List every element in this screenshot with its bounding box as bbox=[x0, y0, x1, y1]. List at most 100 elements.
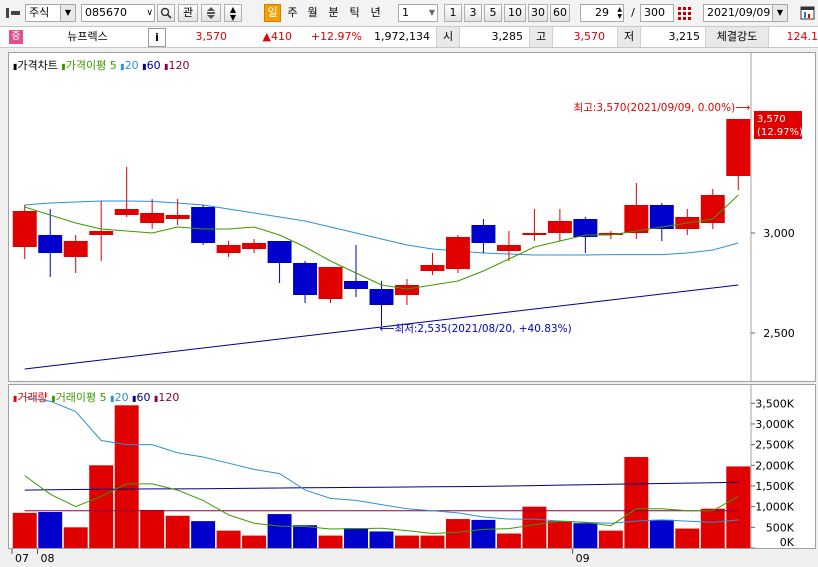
volume-bar bbox=[267, 514, 292, 548]
stepper-icon[interactable]: ▲ ▼ bbox=[617, 6, 622, 20]
volume-bar bbox=[547, 521, 572, 548]
search-button[interactable] bbox=[157, 4, 175, 22]
date-picker[interactable]: 2021/09/09 ▼ bbox=[703, 4, 788, 22]
info-button[interactable]: i bbox=[148, 28, 166, 47]
volume-bar bbox=[573, 523, 598, 548]
candle-body bbox=[63, 241, 88, 257]
volume-bar bbox=[700, 508, 725, 548]
volume-bar bbox=[344, 528, 368, 548]
candle-body bbox=[216, 245, 241, 253]
prev-next-stepper[interactable]: ▲ ▼ bbox=[224, 4, 242, 22]
price-chart[interactable]: 3,000 2,500 3,570 (12.97%) 최고:3,570(2021/09/… bbox=[9, 53, 815, 381]
current-price: 3,570 bbox=[195, 30, 228, 43]
display-count-stepper[interactable]: 29 ▲ ▼ bbox=[580, 4, 624, 22]
volume-bar bbox=[369, 531, 394, 548]
low-annotation: ⟵최저:2,535(2021/08/20, +40.83%) bbox=[380, 323, 572, 335]
candle-body bbox=[191, 207, 216, 243]
price-change: ▲410 bbox=[262, 30, 292, 43]
interval-select[interactable]: 1 ▼ bbox=[398, 4, 438, 22]
minute-1-button[interactable]: 1 bbox=[444, 4, 462, 22]
volume-tick-label: 500K bbox=[766, 521, 795, 534]
high-price: 3,570 bbox=[573, 30, 606, 43]
period-week-tab[interactable]: 주 bbox=[284, 4, 301, 22]
period-month-tab[interactable]: 월 bbox=[304, 4, 321, 22]
candle-body bbox=[573, 219, 598, 237]
chevron-down-icon[interactable]: ▼ bbox=[429, 5, 435, 21]
minute-60-button[interactable]: 60 bbox=[550, 4, 570, 22]
candle-body bbox=[471, 225, 496, 243]
volume-bar bbox=[140, 509, 165, 548]
candle-body bbox=[165, 215, 190, 219]
period-minute-tab[interactable]: 분 bbox=[325, 4, 342, 22]
candle-body bbox=[114, 209, 139, 215]
open-label: 시 bbox=[436, 27, 460, 47]
volume-bar bbox=[242, 535, 267, 548]
candle-body bbox=[445, 237, 470, 269]
candle-body bbox=[395, 285, 419, 295]
volume-bar bbox=[675, 528, 700, 548]
window-icon[interactable] bbox=[800, 5, 816, 21]
volume-chart[interactable]: 3,500K 3,000K 2,500K 2,000K 1,500K 1,000K 500K… bbox=[9, 385, 815, 548]
settings-grid-icon[interactable] bbox=[677, 6, 693, 20]
total-count-value: 300 bbox=[644, 6, 665, 19]
stock-name: 뉴프렉스 bbox=[67, 30, 108, 43]
minute-3-button[interactable]: 3 bbox=[464, 4, 482, 22]
volume-bar bbox=[445, 519, 470, 548]
candle-body bbox=[242, 243, 267, 249]
candle-body bbox=[420, 265, 445, 271]
date-value: 2021/09/09 bbox=[707, 6, 771, 19]
stock-code-value: 085670 bbox=[85, 6, 127, 19]
chevron-down-icon[interactable]: ▼ bbox=[60, 5, 75, 21]
candle-body bbox=[293, 263, 318, 295]
candle-body bbox=[89, 231, 114, 235]
minute-30-button[interactable]: 30 bbox=[528, 4, 548, 22]
history-button[interactable] bbox=[201, 4, 221, 22]
chevron-down-icon[interactable]: ▼ bbox=[772, 5, 787, 21]
volume-bar bbox=[496, 533, 521, 548]
period-year-tab[interactable]: 년 bbox=[367, 4, 384, 22]
current-rate-label: (12.97%) bbox=[757, 127, 803, 138]
volume-bar bbox=[726, 466, 751, 548]
volume-bar bbox=[191, 521, 216, 548]
period-day-tab[interactable]: 일 bbox=[264, 4, 281, 22]
stock-code-input[interactable]: 085670 ∨ bbox=[81, 4, 155, 22]
chevron-down-icon[interactable]: ∨ bbox=[146, 5, 153, 21]
market-select[interactable]: 주식 ▼ bbox=[25, 4, 76, 22]
volume-bar bbox=[89, 465, 114, 548]
volume-bar bbox=[165, 515, 190, 548]
price-panel: ▮가격차트 ▮가격이평 5 ▮20 ▮60 ▮120 3,000 2,500 3,5… bbox=[8, 52, 816, 382]
top-toolbar: 주식 ▼ 085670 ∨ 관 ▲ ▼ 일 주 월 분 틱 년 1 ▼ 1 3 5… bbox=[0, 0, 818, 27]
low-label: 저 bbox=[617, 27, 641, 47]
watchlist-button[interactable]: 관 bbox=[178, 4, 198, 22]
candle-body bbox=[38, 235, 63, 253]
volume-tick-label: 3,500K bbox=[755, 397, 794, 410]
minute-10-button[interactable]: 10 bbox=[504, 4, 526, 22]
volume-tick-label: 2,000K bbox=[755, 459, 794, 472]
interval-value: 1 bbox=[402, 6, 409, 19]
candle-body bbox=[267, 241, 292, 263]
candle-body bbox=[369, 289, 394, 305]
low-price: 3,215 bbox=[668, 30, 701, 43]
candle-body bbox=[624, 205, 649, 233]
volume-bar bbox=[624, 457, 649, 548]
volume-bar bbox=[38, 512, 63, 548]
volume-bar bbox=[395, 535, 419, 548]
high-label: 고 bbox=[529, 27, 553, 47]
search-icon bbox=[160, 7, 172, 19]
stepper-icon: ▲ ▼ bbox=[229, 5, 237, 22]
volume-bar bbox=[12, 512, 37, 548]
x-tick-label: 08 bbox=[40, 552, 54, 565]
stock-info-bar: 증 뉴프렉스 i 3,570 ▲410 +12.97% 1,972,134 시 … bbox=[0, 27, 818, 48]
total-count-input[interactable]: 300 bbox=[640, 4, 674, 22]
market-select-value: 주식 bbox=[29, 6, 50, 19]
volume-tick-label: 0K bbox=[780, 536, 795, 548]
volume-bar bbox=[420, 535, 445, 548]
volume-tick-label: 1,000K bbox=[755, 501, 794, 514]
chart-menu-icon[interactable] bbox=[5, 6, 21, 20]
minute-5-button[interactable]: 5 bbox=[484, 4, 502, 22]
x-axis: 07 08 09 bbox=[11, 549, 590, 565]
display-count-value: 29 bbox=[595, 6, 609, 19]
volume-bar bbox=[649, 519, 674, 548]
period-tick-tab[interactable]: 틱 bbox=[346, 4, 363, 22]
candle-body bbox=[140, 213, 165, 223]
